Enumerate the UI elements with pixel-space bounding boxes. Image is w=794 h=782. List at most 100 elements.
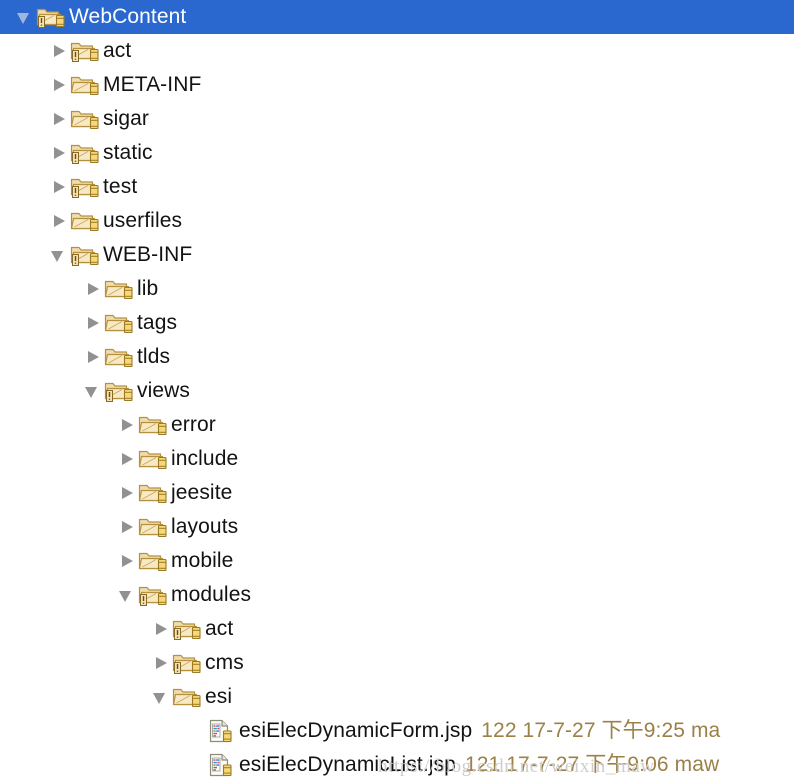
tree-folder-row[interactable]: static: [0, 136, 794, 170]
project-explorer-tree[interactable]: WebContent act META-INF sigar static tes…: [0, 0, 794, 782]
chevron-right-icon[interactable]: [82, 340, 104, 374]
chevron-down-icon[interactable]: [14, 0, 36, 34]
tree-item-label: views: [137, 379, 191, 402]
twisty-placeholder: [184, 748, 206, 782]
tree-folder-row[interactable]: sigar: [0, 102, 794, 136]
tree-folder-row[interactable]: META-INF: [0, 68, 794, 102]
chevron-right-icon[interactable]: [48, 102, 70, 136]
folder-open-icon: [36, 4, 66, 30]
tree-folder-row[interactable]: lib: [0, 272, 794, 306]
folder-open-icon: [104, 344, 134, 370]
tree-item-label: mobile: [171, 549, 234, 572]
chevron-down-icon[interactable]: [116, 578, 138, 612]
tree-item-metadata: 121 17-7-27 下午9:06 maw: [464, 753, 720, 776]
chevron-right-icon[interactable]: [48, 34, 70, 68]
tree-item-label: cms: [205, 651, 244, 674]
tree-folder-row[interactable]: cms: [0, 646, 794, 680]
tree-folder-row[interactable]: tlds: [0, 340, 794, 374]
tree-folder-row[interactable]: layouts: [0, 510, 794, 544]
folder-open-icon: [104, 276, 134, 302]
tree-file-row[interactable]: esiElecDynamicList.jsp 121 17-7-27 下午9:06…: [0, 748, 794, 782]
folder-open-icon: [70, 106, 100, 132]
tree-item-label: sigar: [103, 107, 150, 130]
tree-folder-row[interactable]: act: [0, 612, 794, 646]
tree-item-label: WebContent: [69, 5, 187, 28]
tree-folder-row[interactable]: error: [0, 408, 794, 442]
tree-file-row[interactable]: esiElecDynamicForm.jsp 122 17-7-27 下午9:25…: [0, 714, 794, 748]
chevron-right-icon[interactable]: [116, 544, 138, 578]
jsp-file-icon: [206, 752, 236, 778]
folder-open-icon: [138, 582, 168, 608]
chevron-right-icon[interactable]: [48, 204, 70, 238]
folder-open-icon: [70, 242, 100, 268]
tree-folder-row[interactable]: esi: [0, 680, 794, 714]
tree-folder-row[interactable]: userfiles: [0, 204, 794, 238]
chevron-down-icon[interactable]: [150, 680, 172, 714]
tree-folder-row[interactable]: mobile: [0, 544, 794, 578]
tree-folder-row[interactable]: include: [0, 442, 794, 476]
tree-folder-row[interactable]: WEB-INF: [0, 238, 794, 272]
twisty-placeholder: [184, 714, 206, 748]
tree-item-label: act: [205, 617, 234, 640]
folder-open-icon: [70, 140, 100, 166]
chevron-right-icon[interactable]: [116, 510, 138, 544]
tree-item-label: error: [171, 413, 216, 436]
chevron-right-icon[interactable]: [116, 476, 138, 510]
tree-folder-row[interactable]: act: [0, 34, 794, 68]
folder-open-icon: [70, 72, 100, 98]
tree-folder-row[interactable]: tags: [0, 306, 794, 340]
tree-folder-row[interactable]: views: [0, 374, 794, 408]
tree-folder-row[interactable]: modules: [0, 578, 794, 612]
tree-item-label: test: [103, 175, 138, 198]
tree-item-label: modules: [171, 583, 252, 606]
chevron-right-icon[interactable]: [150, 646, 172, 680]
chevron-down-icon[interactable]: [48, 238, 70, 272]
folder-open-icon: [138, 548, 168, 574]
folder-open-icon: [70, 208, 100, 234]
tree-item-label: META-INF: [103, 73, 202, 96]
tree-item-label: jeesite: [171, 481, 233, 504]
folder-open-icon: [172, 616, 202, 642]
tree-item-label: esi: [205, 685, 233, 708]
tree-item-metadata: 122 17-7-27 下午9:25 ma: [481, 719, 721, 742]
chevron-right-icon[interactable]: [82, 272, 104, 306]
tree-item-label: esiElecDynamicList.jsp: [239, 753, 456, 776]
chevron-right-icon[interactable]: [116, 408, 138, 442]
chevron-down-icon[interactable]: [82, 374, 104, 408]
chevron-right-icon[interactable]: [116, 442, 138, 476]
tree-item-label: include: [171, 447, 239, 470]
jsp-file-icon: [206, 718, 236, 744]
chevron-right-icon[interactable]: [150, 612, 172, 646]
folder-open-icon: [172, 650, 202, 676]
tree-folder-row[interactable]: test: [0, 170, 794, 204]
chevron-right-icon[interactable]: [48, 136, 70, 170]
tree-item-label: layouts: [171, 515, 239, 538]
folder-open-icon: [138, 514, 168, 540]
tree-item-label: esiElecDynamicForm.jsp: [239, 719, 473, 742]
tree-item-label: userfiles: [103, 209, 183, 232]
folder-open-icon: [172, 684, 202, 710]
tree-item-label: lib: [137, 277, 159, 300]
chevron-right-icon[interactable]: [48, 68, 70, 102]
chevron-right-icon[interactable]: [82, 306, 104, 340]
tree-folder-row[interactable]: jeesite: [0, 476, 794, 510]
tree-folder-row[interactable]: WebContent: [0, 0, 794, 34]
tree-item-label: WEB-INF: [103, 243, 193, 266]
chevron-right-icon[interactable]: [48, 170, 70, 204]
tree-item-label: tags: [137, 311, 178, 334]
